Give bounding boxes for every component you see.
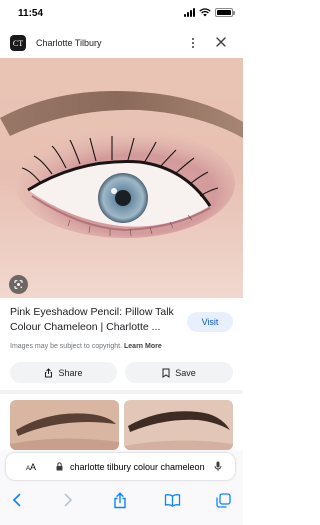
status-bar: 11:54 <box>0 0 243 28</box>
browser-address-bar: AA charlotte tilbury colour chameleon <box>0 450 243 483</box>
share-label: Share <box>58 367 83 378</box>
section-divider <box>0 390 243 394</box>
brow-photo <box>10 400 119 450</box>
eye-makeup-photo <box>0 58 243 298</box>
charlotte-tilbury-logo-icon[interactable]: CT <box>10 35 26 51</box>
more-options-button[interactable] <box>186 36 200 50</box>
forward-button[interactable] <box>59 491 77 509</box>
result-image[interactable] <box>0 58 243 298</box>
related-image[interactable] <box>124 400 233 450</box>
url-text[interactable]: charlotte tilbury colour chameleon <box>70 462 207 472</box>
bookmark-icon <box>162 368 170 378</box>
chevron-left-icon <box>12 493 21 507</box>
google-lens-button[interactable] <box>9 275 28 294</box>
save-label: Save <box>175 367 196 378</box>
microphone-icon[interactable] <box>214 461 222 472</box>
close-button[interactable] <box>214 35 228 49</box>
back-button[interactable] <box>8 491 26 509</box>
more-vert-icon <box>192 38 194 40</box>
share-button[interactable]: Share <box>10 362 117 383</box>
site-header: CT Charlotte Tilbury <box>0 28 243 58</box>
cellular-signal-icon <box>184 8 195 17</box>
brow-photo <box>124 400 233 450</box>
share-icon <box>45 367 53 377</box>
save-button[interactable]: Save <box>125 362 233 383</box>
site-name[interactable]: Charlotte Tilbury <box>36 38 102 48</box>
tabs-button[interactable] <box>214 491 232 509</box>
reader-settings-button[interactable]: AA <box>26 462 36 472</box>
browser-toolbar <box>0 483 243 525</box>
lock-icon <box>56 462 63 471</box>
result-title[interactable]: Pink Eyeshadow Pencil: Pillow Talk Colou… <box>10 305 180 335</box>
url-field[interactable]: AA charlotte tilbury colour chameleon <box>6 453 235 480</box>
status-time: 11:54 <box>18 8 44 19</box>
copyright-notice: Images may be subject to copyright. Lear… <box>10 343 162 350</box>
google-lens-icon <box>14 280 23 289</box>
learn-more-link[interactable]: Learn More <box>124 343 162 350</box>
status-icons <box>184 8 235 17</box>
book-icon <box>164 494 180 507</box>
battery-level-fill <box>217 10 231 15</box>
battery-icon <box>215 8 235 17</box>
chevron-right-icon <box>64 493 73 507</box>
tabs-icon <box>215 492 231 508</box>
share-sheet-icon <box>114 491 126 508</box>
share-sheet-button[interactable] <box>111 491 129 509</box>
visit-button[interactable]: Visit <box>187 312 233 332</box>
bookmarks-button[interactable] <box>163 491 181 509</box>
wifi-icon <box>199 8 211 17</box>
related-image[interactable] <box>10 400 119 450</box>
copyright-text: Images may be subject to copyright. <box>10 343 123 350</box>
